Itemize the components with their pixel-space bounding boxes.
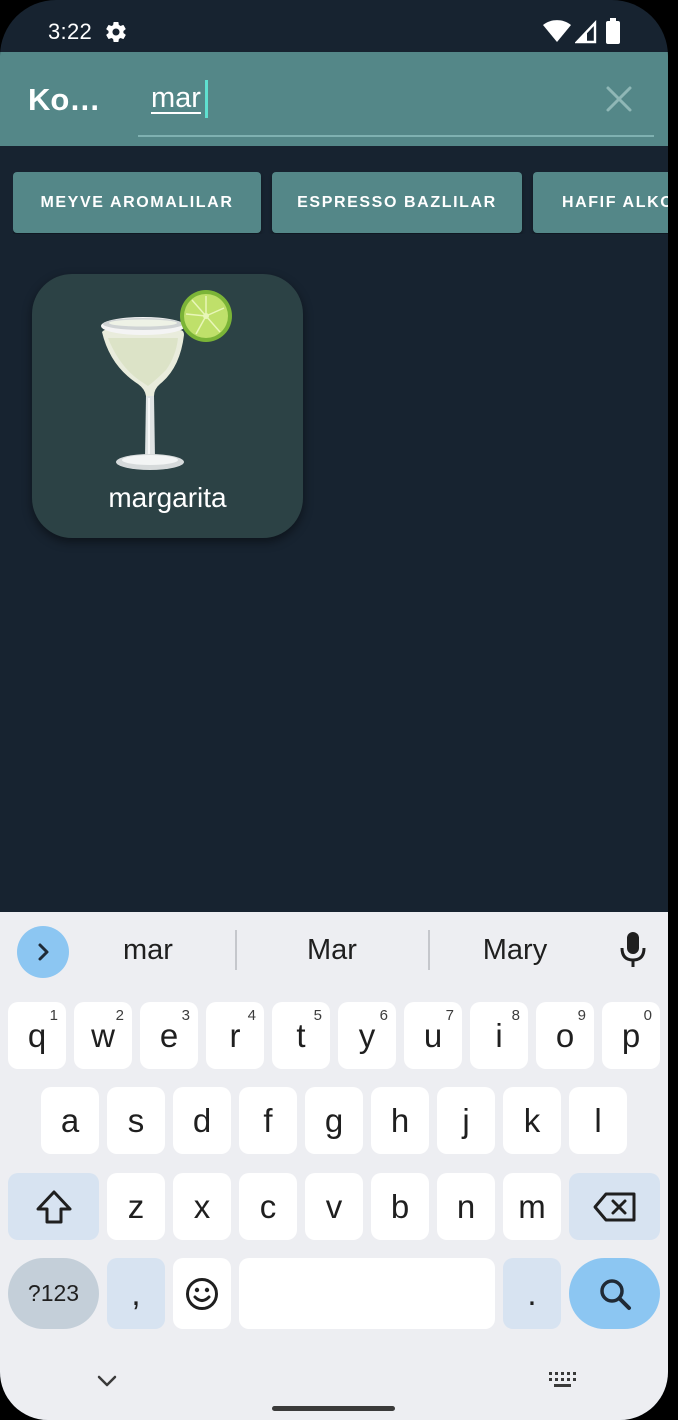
expand-toolbar-button[interactable]	[17, 926, 69, 978]
key-s[interactable]: s	[107, 1087, 165, 1154]
key-l[interactable]: l	[569, 1087, 627, 1154]
chip-label: ESPRESSO BAZLILAR	[297, 193, 497, 211]
hide-keyboard-chevron-down-icon[interactable]	[96, 1374, 118, 1388]
key-u[interactable]: u7	[404, 1002, 462, 1069]
search-input[interactable]: mar	[138, 70, 654, 137]
microphone-icon[interactable]	[617, 930, 649, 970]
space-key[interactable]	[239, 1258, 495, 1329]
key-a[interactable]: a	[41, 1087, 99, 1154]
key-g[interactable]: g	[305, 1087, 363, 1154]
key-hint: 8	[511, 1007, 520, 1024]
suggestion-strip: mar Mar Mary	[0, 912, 668, 992]
key-j[interactable]: j	[437, 1087, 495, 1154]
key-n[interactable]: n	[437, 1173, 495, 1240]
key-hint: 9	[577, 1007, 586, 1024]
key-letter: u	[423, 1016, 443, 1054]
key-c[interactable]: c	[239, 1173, 297, 1240]
key-hint: 4	[247, 1007, 256, 1024]
key-i[interactable]: i8	[470, 1002, 528, 1069]
emoji-smiley-icon	[186, 1277, 218, 1310]
margarita-glass-image	[101, 290, 232, 470]
key-m[interactable]: m	[503, 1173, 561, 1240]
result-card-title: margarita	[108, 482, 227, 513]
search-action-key[interactable]	[569, 1258, 660, 1329]
status-time: 3:22	[48, 19, 93, 44]
suggestion-divider	[428, 930, 430, 970]
phone-screen: 3:22 Ko… mar MEYVE AROMALILAR ESPRESSO B…	[0, 0, 668, 1420]
emoji-key[interactable]	[173, 1258, 231, 1329]
key-hint: 5	[313, 1007, 322, 1024]
key-o[interactable]: o9	[536, 1002, 594, 1069]
backspace-key[interactable]	[569, 1173, 660, 1240]
key-h[interactable]: h	[371, 1087, 429, 1154]
app-title: Ko…	[28, 82, 101, 117]
key-e[interactable]: e3	[140, 1002, 198, 1069]
key-q[interactable]: q1	[8, 1002, 66, 1069]
key-hint: 6	[379, 1007, 388, 1024]
key-d[interactable]: d	[173, 1087, 231, 1154]
shift-key[interactable]	[8, 1173, 99, 1240]
key-k[interactable]: k	[503, 1087, 561, 1154]
category-chip-row: MEYVE AROMALILAR ESPRESSO BAZLILAR HAFIF…	[13, 172, 668, 234]
key-hint: 0	[643, 1007, 652, 1024]
key-z[interactable]: z	[107, 1173, 165, 1240]
period-key[interactable]: .	[503, 1258, 561, 1329]
key-b[interactable]: b	[371, 1173, 429, 1240]
key-letter: w	[91, 1016, 115, 1054]
comma-key[interactable]: ,	[107, 1258, 165, 1329]
key-hint: 3	[181, 1007, 190, 1024]
key-t[interactable]: t5	[272, 1002, 330, 1069]
key-letter: y	[358, 1016, 376, 1054]
cell-signal-icon	[575, 20, 597, 44]
battery-icon	[606, 18, 620, 44]
key-hint: 1	[49, 1007, 58, 1024]
chip-hafif-alkol[interactable]: HAFIF ALKOL	[533, 172, 668, 233]
chip-espresso-bazlilar[interactable]: ESPRESSO BAZLILAR	[272, 172, 522, 233]
soft-keyboard: mar Mar Mary q1 w2 e3 r4 t5 y6 u7 i8 o9 …	[0, 912, 668, 1420]
wifi-icon	[543, 20, 571, 42]
key-hint: 2	[115, 1007, 124, 1024]
key-letter: e	[159, 1016, 179, 1054]
chip-label: MEYVE AROMALILAR	[40, 193, 234, 211]
shift-arrow-icon	[36, 1190, 71, 1223]
suggestion-1[interactable]: mar	[88, 934, 208, 967]
key-w[interactable]: w2	[74, 1002, 132, 1069]
backspace-icon	[593, 1192, 635, 1221]
search-icon	[599, 1278, 631, 1310]
chip-label: HAFIF ALKOL	[562, 193, 668, 211]
suggestion-3[interactable]: Mary	[455, 934, 575, 967]
key-letter: o	[555, 1016, 575, 1054]
key-r[interactable]: r4	[206, 1002, 264, 1069]
chevron-right-icon	[38, 943, 49, 961]
key-x[interactable]: x	[173, 1173, 231, 1240]
key-p[interactable]: p0	[602, 1002, 660, 1069]
key-f[interactable]: f	[239, 1087, 297, 1154]
status-bar: 3:22	[0, 0, 668, 52]
text-cursor	[205, 80, 208, 118]
key-v[interactable]: v	[305, 1173, 363, 1240]
close-icon[interactable]	[604, 84, 634, 114]
app-bar: Ko… mar	[0, 52, 668, 146]
suggestion-2[interactable]: Mar	[272, 934, 392, 967]
suggestion-divider	[235, 930, 237, 970]
chip-meyve-aromalilar[interactable]: MEYVE AROMALILAR	[13, 172, 261, 233]
settings-gear-icon	[106, 22, 126, 43]
key-letter: i	[495, 1016, 503, 1054]
key-letter: q	[27, 1016, 47, 1054]
key-y[interactable]: y6	[338, 1002, 396, 1069]
key-letter: r	[229, 1016, 241, 1054]
key-letter: p	[621, 1016, 641, 1054]
home-gesture-handle[interactable]	[272, 1406, 395, 1411]
search-input-value: mar	[151, 82, 201, 114]
result-card-margarita[interactable]: margarita	[32, 274, 303, 538]
keyboard-switch-icon[interactable]	[547, 1370, 577, 1390]
key-hint: 7	[445, 1007, 454, 1024]
symbols-key[interactable]: ?123	[8, 1258, 99, 1329]
key-letter: t	[296, 1016, 306, 1054]
navigation-bar	[0, 1352, 668, 1420]
